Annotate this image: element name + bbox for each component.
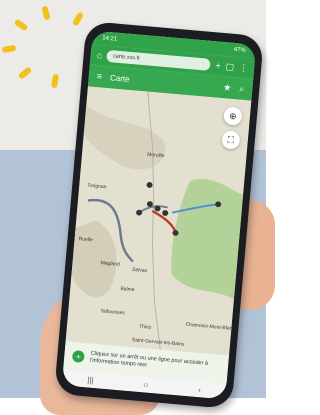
back-icon[interactable]: ‹ — [198, 385, 201, 394]
page-title: Carte — [109, 72, 130, 84]
search-icon[interactable]: ⌕ — [239, 83, 245, 93]
status-time: 14:21 — [101, 35, 118, 43]
banner-text: Cliquez sur un arrêt ou une ligne pour a… — [89, 350, 209, 369]
more-icon[interactable]: ⋮ — [239, 62, 249, 73]
place-label: Balme — [120, 285, 135, 294]
recent-apps-icon[interactable]: ||| — [87, 375, 94, 385]
map-view[interactable]: ⊕ ⛶ Morcille Torignan Ruelle Magland Sal… — [65, 86, 252, 356]
phone: 14:21 47% ⌂ carte.xxx.fr + ▢ ⋮ ≡ Carte ★… — [54, 20, 264, 410]
home-button-icon[interactable]: ○ — [143, 380, 149, 389]
status-battery: 47% — [233, 46, 246, 54]
home-icon[interactable]: ⌂ — [96, 49, 102, 59]
plus-icon: + — [71, 350, 85, 364]
menu-icon[interactable]: ≡ — [96, 71, 102, 81]
phone-screen: 14:21 47% ⌂ carte.xxx.fr + ▢ ⋮ ≡ Carte ★… — [61, 30, 257, 400]
place-label: Salvan — [131, 266, 148, 275]
url-text: carte.xxx.fr — [112, 53, 141, 62]
tabs-icon[interactable]: ▢ — [225, 61, 234, 72]
place-label: Ruelle — [78, 236, 93, 244]
add-tab-icon[interactable]: + — [215, 60, 221, 70]
map-canvas — [65, 86, 252, 356]
place-label: Thiez — [138, 323, 152, 331]
favorite-star-icon[interactable]: ★ — [223, 82, 232, 93]
